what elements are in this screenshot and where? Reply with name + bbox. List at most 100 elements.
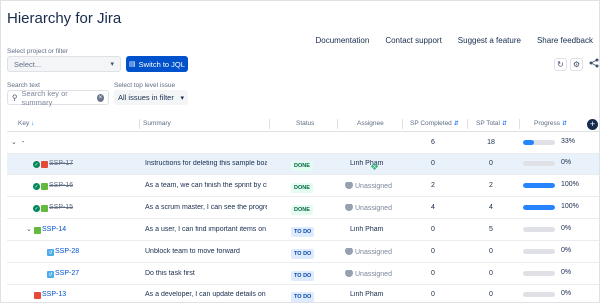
table-row[interactable]: ⌄ - 6 18 33% [7,133,599,154]
progress-bar [523,205,555,210]
row-summary[interactable]: Unblock team to move forward [145,248,267,255]
status-badge: TO DO [291,227,315,237]
sp-total-value: 4 [489,204,493,211]
assignee-name: Unassigned [355,248,392,256]
progress-bar [523,292,555,297]
row-summary[interactable]: As a scrum master, I can see the progres… [145,204,267,211]
share-feedback-link[interactable]: Share feedback [537,36,593,45]
key-header-label: Key [18,120,30,127]
row-summary[interactable]: As a developer, I can update details on … [145,291,267,298]
progress-bar [523,271,555,276]
top-level-value: All issues in filter [118,93,174,102]
table-row[interactable]: ✓ SSP-15 As a scrum master, I can see th… [7,198,599,219]
switch-to-jql-label: Switch to JQL [138,59,185,69]
search-input[interactable]: ⚲ Search key or summary × [7,88,109,107]
sp-completed-value: 2 [431,182,435,189]
sp-completed-value: 0 [431,226,435,233]
progress-fill [523,183,555,188]
row-key[interactable]: SSP-13 [42,291,66,298]
row-key[interactable]: SSP-16 [49,182,73,189]
sp-total-value: 2 [489,182,493,189]
project-select-label: Select project or filter [7,48,69,55]
progress-header[interactable]: Progress ⇵ [534,120,567,127]
column-divider [402,119,403,129]
progress-bar [523,249,555,254]
assignee-name: Unassigned [355,270,392,278]
progress-percent: 0% [561,269,572,276]
gear-icon[interactable]: ⚙ [570,58,583,71]
table-row[interactable]: ✓ SSP-17 Instructions for deleting this … [7,154,599,175]
top-level-select[interactable]: All issues in filter ▾ [114,90,188,105]
check-icon: ✓ [33,205,40,212]
status-badge: TO DO [291,249,315,259]
check-icon: ✓ [33,183,40,190]
documentation-link[interactable]: Documentation [316,36,370,45]
app-frame: Hierarchy for Jira Documentation Contact… [0,0,600,303]
row-summary[interactable]: As a team, we can finish the sprint by c… [145,182,267,189]
suggest-feature-link[interactable]: Suggest a feature [458,36,521,45]
sp-total-value: 0 [489,270,493,277]
sp-completed-value: 6 [431,139,435,146]
status-header[interactable]: Status [296,120,314,127]
assignee-header[interactable]: Assignee [357,120,384,127]
row-assignee: Unassigned [345,204,392,212]
row-summary[interactable]: Do this task first [145,270,267,277]
row-summary[interactable]: Instructions for deleting this sample bo… [145,160,267,167]
chevron-down-icon[interactable]: ⌄ [26,225,32,233]
sp-total-value: 18 [487,139,495,146]
refresh-icon[interactable]: ↻ [554,58,567,71]
sp-completed-value: 0 [431,248,435,255]
story-icon [41,205,48,212]
project-select[interactable]: Select... ▾ [7,56,121,72]
row-key[interactable]: SSP-15 [49,204,73,211]
column-divider [337,119,338,129]
sort-icon: ⇵ [562,121,568,127]
sort-down-icon: ↓ [31,121,35,127]
progress-percent: 0% [561,159,572,166]
row-summary[interactable]: As a user, I can find important items on… [145,226,267,233]
status-badge: TO DO [291,271,315,281]
progress-fill [523,140,534,145]
sp-total-value: 5 [489,226,493,233]
row-key[interactable]: SSP-28 [55,248,79,255]
avatar-icon [345,248,353,255]
contact-support-link[interactable]: Contact support [385,36,441,45]
chevron-down-icon: ▾ [180,94,184,102]
progress-bar [523,183,555,188]
share-icon[interactable] [589,58,599,70]
key-header[interactable]: Key ↓ [18,120,34,127]
avatar-icon [345,204,353,211]
table-row[interactable]: ✓ SSP-16 As a team, we can finish the sp… [7,176,599,197]
page-title: Hierarchy for Jira [7,10,122,27]
sp-completed-value: 0 [431,160,435,167]
assignee-name: Unassigned [355,204,392,212]
progress-label: Progress [534,120,561,127]
project-select-value: Select... [14,59,42,69]
sp-total-value: 0 [489,291,493,298]
table-row[interactable]: ⌄ SSP-14 As a user, I can find important… [7,220,599,241]
summary-header[interactable]: Summary [143,120,171,127]
table-row[interactable]: ↺ SSP-28 Unblock team to move forward TO… [7,242,599,263]
sp-total-header[interactable]: SP Total ⇵ [476,120,507,127]
row-key[interactable]: SSP-17 [49,160,73,167]
sp-total-value: 0 [489,248,493,255]
row-key[interactable]: SSP-14 [42,226,66,233]
search-placeholder: Search key or summary [21,88,68,107]
sp-completed-value: 4 [431,204,435,211]
status-badge: DONE [291,183,313,193]
table-row[interactable]: ↺ SSP-27 Do this task first TO DO Unassi… [7,264,599,285]
clear-icon[interactable]: × [96,93,104,102]
row-key[interactable]: SSP-27 [55,270,79,277]
row-key: - [22,139,25,146]
table-row[interactable]: SSP-13 As a developer, I can update deta… [7,285,599,303]
add-column-button[interactable]: + [587,119,598,130]
top-level-label: Select top level issue [114,82,176,89]
chevron-down-icon[interactable]: ⌄ [11,138,17,146]
assignee-name: Unassigned [355,182,392,190]
bug-icon [34,292,41,299]
progress-bar [523,227,555,232]
chevron-down-icon: ▾ [110,61,114,68]
switch-to-jql-button[interactable]: ▤ Switch to JQL [126,56,188,72]
story-icon [34,227,41,234]
sp-completed-header[interactable]: SP Completed ⇵ [410,120,459,127]
